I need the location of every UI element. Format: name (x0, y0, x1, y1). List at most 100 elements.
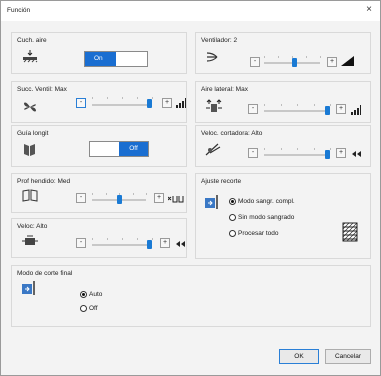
slider-tick (280, 148, 282, 150)
suction-plus-button[interactable]: + (162, 98, 172, 108)
panel-title: Veloc: Alto (17, 223, 48, 230)
side-air-slider[interactable] (264, 110, 330, 112)
radio-label: Auto (89, 291, 103, 298)
slider-tick (92, 97, 93, 99)
long-guide-toggle[interactable]: Off (89, 141, 149, 157)
speed-slider[interactable] (92, 244, 152, 246)
bars-level-icon (351, 105, 361, 115)
panel-air-cushion: Cuch. aire On (11, 32, 187, 74)
slider-tick (92, 238, 93, 240)
suction-fan-icon (21, 99, 39, 115)
cutter-plus-button[interactable]: + (336, 148, 346, 158)
panel-title: Prof hendido: Med (17, 178, 71, 185)
slider-tick (330, 148, 331, 150)
bars-level-icon (176, 98, 186, 108)
slider-tick (92, 193, 93, 195)
speed-motor-icon (21, 233, 39, 249)
split-slider-thumb[interactable] (116, 195, 122, 204)
slider-tick (122, 238, 123, 240)
speed-slider-thumb[interactable] (147, 240, 152, 249)
window-title: Función (7, 7, 31, 14)
title-bar: Función × (1, 1, 380, 21)
slider-tick (320, 56, 321, 58)
rewind-icon (351, 150, 361, 158)
panel-title: Aire lateral: Max (201, 86, 248, 93)
panel-title: Cuch. aire (17, 37, 47, 44)
final-cut-option-off[interactable]: Off (80, 305, 98, 312)
fan-minus-button[interactable]: - (250, 57, 260, 67)
slider-tick (306, 56, 307, 58)
slider-tick (280, 104, 282, 106)
hatched-block-icon (342, 222, 358, 242)
rewind-icon (175, 240, 185, 248)
split-depth-level-icon (168, 194, 186, 204)
radio-label: Procesar todo (238, 230, 279, 237)
slider-tick (264, 148, 265, 150)
speed-minus-button[interactable]: - (76, 238, 86, 248)
book-split-icon (21, 187, 39, 203)
slider-tick (152, 238, 153, 240)
close-icon[interactable]: × (362, 3, 376, 17)
fan-plus-button[interactable]: + (327, 57, 337, 67)
cutter-icon (204, 141, 222, 157)
slider-tick (313, 148, 315, 150)
radio-button[interactable] (229, 230, 236, 237)
long-guide-icon (21, 142, 39, 158)
slider-tick (107, 238, 108, 240)
side-air-slider-thumb[interactable] (325, 106, 330, 115)
panel-title: Veloc. cortadora: Alto (201, 130, 263, 137)
ok-button[interactable]: OK (279, 349, 319, 364)
toggle-off-label: Off (119, 142, 148, 156)
slider-tick (264, 104, 265, 106)
slider-tick (122, 97, 123, 99)
trim-option-full-bleed[interactable]: Modo sangr. compl. (229, 198, 295, 205)
radio-button[interactable] (80, 291, 87, 298)
panel-trim-adjust: Ajuste recorte Modo sangr. compl. Sin mo… (195, 173, 371, 259)
cutter-slider[interactable] (264, 154, 330, 156)
panel-title: Ajuste recorte (201, 178, 242, 185)
cutter-minus-button[interactable]: - (248, 148, 258, 158)
trim-option-process-all[interactable]: Procesar todo (229, 230, 278, 237)
radio-button[interactable] (229, 214, 236, 221)
speed-plus-button[interactable]: + (160, 238, 170, 248)
cutter-slider-thumb[interactable] (325, 150, 330, 159)
slider-tick (119, 193, 120, 195)
slider-tick (105, 193, 107, 195)
slider-tick (137, 238, 138, 240)
final-cut-icon (21, 280, 39, 296)
side-air-plus-button[interactable]: + (336, 104, 346, 114)
slider-tick (313, 104, 315, 106)
panel-title: Succ. Ventil: Max (17, 86, 67, 93)
split-minus-button[interactable]: - (76, 193, 86, 203)
panel-fan: Ventilador: 2 - + (195, 32, 371, 74)
final-cut-option-auto[interactable]: Auto (80, 291, 102, 298)
panel-final-cut: Modo de corte final Auto Off (11, 265, 371, 327)
air-cushion-toggle[interactable]: On (84, 51, 148, 67)
cancel-button[interactable]: Cancelar (325, 349, 371, 364)
suction-minus-button[interactable]: - (76, 98, 86, 108)
panel-speed: Veloc: Alto - + (11, 218, 187, 258)
panel-suction-fan: Succ. Ventil: Max - + (11, 81, 187, 123)
radio-label: Off (89, 305, 98, 312)
panel-long-guide: Guía longit Off (11, 125, 187, 167)
slider-tick (278, 56, 279, 58)
volume-level-icon (341, 53, 355, 67)
split-plus-button[interactable]: + (154, 193, 164, 203)
panel-cutter-speed: Veloc. cortadora: Alto - + (195, 125, 371, 167)
panel-title: Modo de corte final (17, 270, 73, 277)
slider-tick (132, 193, 134, 195)
trim-option-no-bleed[interactable]: Sin modo sangrado (229, 214, 294, 221)
fan-slider-thumb[interactable] (292, 58, 298, 67)
panel-title: Guía longit (17, 130, 49, 137)
suction-slider[interactable] (92, 104, 152, 106)
radio-button[interactable] (80, 305, 87, 312)
radio-button[interactable] (229, 198, 236, 205)
panel-title: Ventilador: 2 (201, 37, 238, 44)
suction-slider-thumb[interactable] (147, 99, 152, 108)
fan-blow-icon (204, 49, 222, 65)
side-air-minus-button[interactable]: - (248, 104, 258, 114)
radio-label: Modo sangr. compl. (238, 198, 295, 205)
radio-label: Sin modo sangrado (238, 214, 295, 221)
function-dialog: Función × Cuch. aire On Ventilador: 2 - … (0, 0, 381, 376)
slider-tick (264, 56, 265, 58)
